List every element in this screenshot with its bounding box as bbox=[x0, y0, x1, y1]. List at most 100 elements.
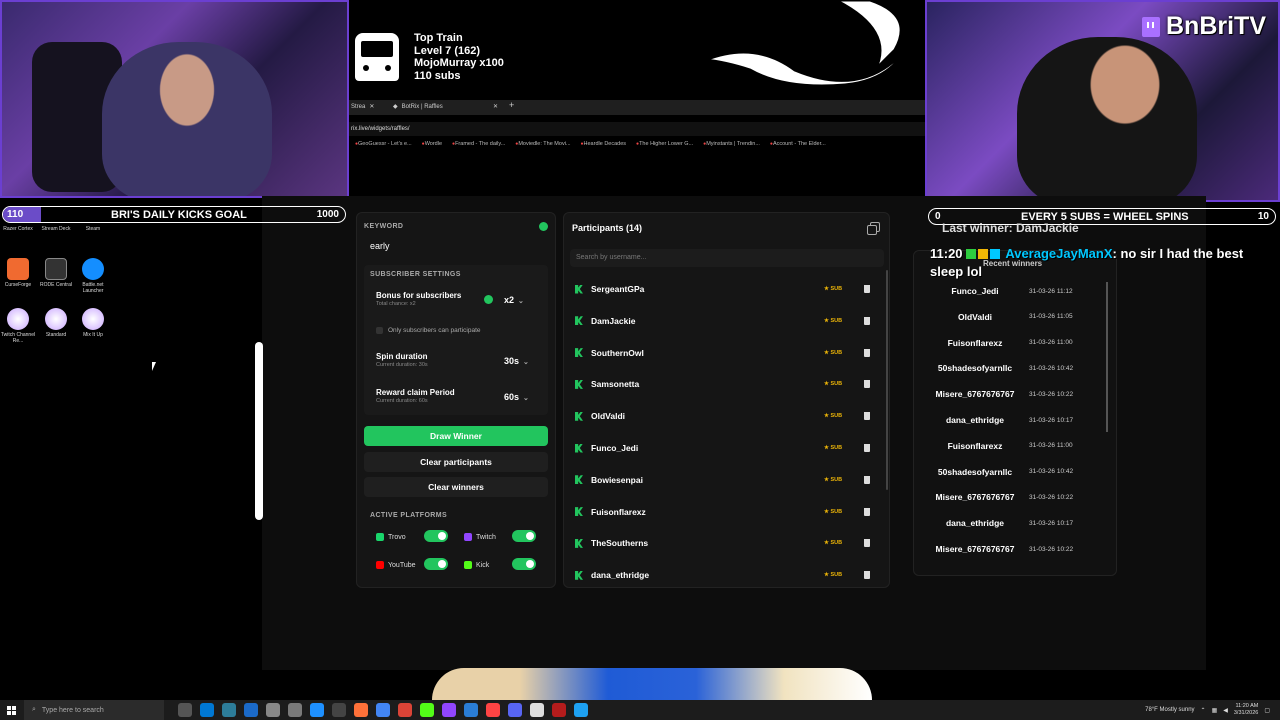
task-view-icon[interactable] bbox=[178, 703, 192, 717]
platform-twitch: Twitch bbox=[464, 533, 496, 541]
participant-row[interactable]: OldValdi ★ SUB bbox=[570, 405, 884, 427]
twitch-toggle[interactable] bbox=[512, 530, 536, 542]
firefox-icon[interactable] bbox=[354, 703, 368, 717]
winner-row: Funco_Jedi 31-03-26 11:12 bbox=[921, 281, 1111, 301]
only-subs-checkbox[interactable]: Only subscribers can participate bbox=[376, 327, 481, 334]
app-icon[interactable] bbox=[486, 703, 500, 717]
discord-icon[interactable] bbox=[508, 703, 522, 717]
bookmark[interactable]: GeoGuessr - Let's e... bbox=[355, 141, 412, 153]
app-icon[interactable] bbox=[266, 703, 280, 717]
clock[interactable]: 11:20 AM 3/31/2026 bbox=[1234, 703, 1258, 717]
trash-icon[interactable] bbox=[864, 316, 870, 325]
trash-icon[interactable] bbox=[864, 380, 870, 389]
participant-row[interactable]: Bowiesenpai ★ SUB bbox=[570, 469, 884, 491]
new-tab-button[interactable]: + bbox=[509, 100, 514, 110]
bookmark[interactable]: Wordle bbox=[422, 141, 442, 153]
edge-icon[interactable] bbox=[200, 703, 214, 717]
copy-icon[interactable] bbox=[867, 222, 880, 235]
app-icon[interactable] bbox=[310, 703, 324, 717]
kick-toggle[interactable] bbox=[512, 558, 536, 570]
desktop-icon[interactable]: CurseForge bbox=[0, 258, 36, 288]
app-icon[interactable] bbox=[222, 703, 236, 717]
cartoon-character bbox=[432, 668, 872, 700]
clear-participants-button[interactable]: Clear participants bbox=[364, 452, 548, 472]
trash-icon[interactable] bbox=[864, 348, 870, 357]
trash-icon[interactable] bbox=[864, 444, 870, 452]
desktop-icon[interactable]: Standard bbox=[38, 308, 74, 338]
trash-icon[interactable] bbox=[864, 412, 870, 421]
close-icon[interactable]: ✕ bbox=[493, 103, 498, 110]
desktop-icon[interactable]: Mix It Up bbox=[75, 308, 111, 338]
trash-icon[interactable] bbox=[864, 507, 870, 516]
trovo-toggle[interactable] bbox=[424, 530, 448, 542]
fingerprint-icon bbox=[7, 308, 29, 330]
browser-tab-active[interactable]: ◆ BotRix | Raffles ✕ bbox=[393, 103, 498, 111]
participant-name: DamJackie bbox=[591, 315, 636, 326]
bookmark[interactable]: Myinstants | Trendin... bbox=[703, 141, 760, 153]
address-bar[interactable]: rix.live/widgets/raffles/ bbox=[349, 122, 925, 136]
participant-name: dana_ethridge bbox=[591, 570, 650, 581]
participant-name: Samsonetta bbox=[591, 379, 640, 390]
youtube-toggle[interactable] bbox=[424, 558, 448, 570]
trash-icon[interactable] bbox=[864, 571, 870, 580]
webcam-right: BnBriTV bbox=[925, 0, 1280, 202]
bonus-toggle[interactable] bbox=[484, 295, 493, 304]
participant-row[interactable]: Fuisonflarexz ★ SUB bbox=[570, 501, 884, 523]
chrome-icon[interactable] bbox=[398, 703, 412, 717]
participant-row[interactable]: SergeantGPa ★ SUB bbox=[570, 278, 884, 300]
browser-tab[interactable]: Strea ✕ bbox=[351, 103, 374, 111]
participant-row[interactable]: SouthernOwl ★ SUB bbox=[570, 342, 884, 364]
bookmark[interactable]: Account - The Elder... bbox=[770, 141, 826, 153]
winner-row: 50shadesofyarnllc 31-03-26 10:42 bbox=[921, 358, 1111, 378]
sub-badge: ★ SUB bbox=[824, 445, 843, 451]
bookmark[interactable]: Heardle Decades bbox=[581, 141, 627, 153]
participant-row[interactable]: DamJackie ★ SUB bbox=[570, 310, 884, 332]
desktop-icon[interactable]: RODE Central bbox=[38, 258, 74, 288]
volume-icon[interactable]: ◀ bbox=[1223, 707, 1228, 714]
participant-row[interactable]: TheSoutherns ★ SUB bbox=[570, 532, 884, 554]
kick-icon[interactable] bbox=[420, 703, 434, 717]
desktop-icon[interactable]: Battle.net Launcher bbox=[75, 258, 111, 294]
top-train: Top Train Level 7 (162) MojoMurray x100 … bbox=[414, 32, 504, 82]
kick-icon bbox=[575, 284, 583, 294]
reward-period-select[interactable]: 60s ⌄ bbox=[504, 392, 529, 402]
spin-duration-select[interactable]: 30s ⌄ bbox=[504, 356, 529, 366]
obs-icon[interactable] bbox=[332, 703, 346, 717]
participants-scrollbar[interactable] bbox=[886, 270, 888, 490]
desktop-icon[interactable]: Steam bbox=[75, 226, 111, 232]
app-icon[interactable] bbox=[244, 703, 258, 717]
close-icon[interactable]: ✕ bbox=[369, 103, 374, 110]
participant-row[interactable]: dana_ethridge ★ SUB bbox=[570, 564, 884, 586]
app-icon[interactable] bbox=[464, 703, 478, 717]
app-icon[interactable] bbox=[288, 703, 302, 717]
desktop-icon[interactable]: Stream Deck bbox=[38, 226, 74, 232]
draw-winner-button[interactable]: Draw Winner bbox=[364, 426, 548, 446]
participant-search-input[interactable]: Search by username... bbox=[570, 249, 884, 267]
app-icon[interactable] bbox=[530, 703, 544, 717]
app-icon[interactable] bbox=[552, 703, 566, 717]
keyword-input[interactable]: early bbox=[368, 238, 548, 254]
chevron-up-icon[interactable]: ⌃ bbox=[1201, 707, 1206, 714]
chrome-icon[interactable] bbox=[376, 703, 390, 717]
windows-start-icon[interactable] bbox=[7, 705, 16, 715]
bonus-select[interactable]: x2 ⌄ bbox=[504, 295, 524, 305]
desktop-icon[interactable]: Razer Cortex bbox=[0, 226, 36, 232]
trash-icon[interactable] bbox=[864, 285, 870, 293]
bookmark[interactable]: Framed - The daily... bbox=[452, 141, 505, 153]
weather-widget[interactable]: 78°F Mostly sunny bbox=[1145, 707, 1194, 713]
winners-scrollbar[interactable] bbox=[1106, 282, 1108, 432]
checkbox[interactable] bbox=[376, 327, 383, 334]
network-icon[interactable]: ▦ bbox=[1212, 707, 1218, 714]
bookmark[interactable]: Moviedle: The Movi... bbox=[515, 141, 570, 153]
twitch-icon[interactable] bbox=[442, 703, 456, 717]
desktop-icon[interactable]: Twitch Channel Re... bbox=[0, 308, 36, 344]
participant-row[interactable]: Funco_Jedi ★ SUB bbox=[570, 437, 884, 459]
trash-icon[interactable] bbox=[864, 539, 870, 548]
trash-icon[interactable] bbox=[864, 475, 870, 484]
bookmark[interactable]: The Higher Lower G... bbox=[636, 141, 693, 153]
clear-winners-button[interactable]: Clear winners bbox=[364, 477, 548, 497]
app-icon[interactable] bbox=[574, 703, 588, 717]
notification-icon[interactable]: ▢ bbox=[1264, 707, 1270, 714]
participant-row[interactable]: Samsonetta ★ SUB bbox=[570, 373, 884, 395]
taskbar-search[interactable]: ⌕ Type here to search bbox=[24, 700, 164, 720]
